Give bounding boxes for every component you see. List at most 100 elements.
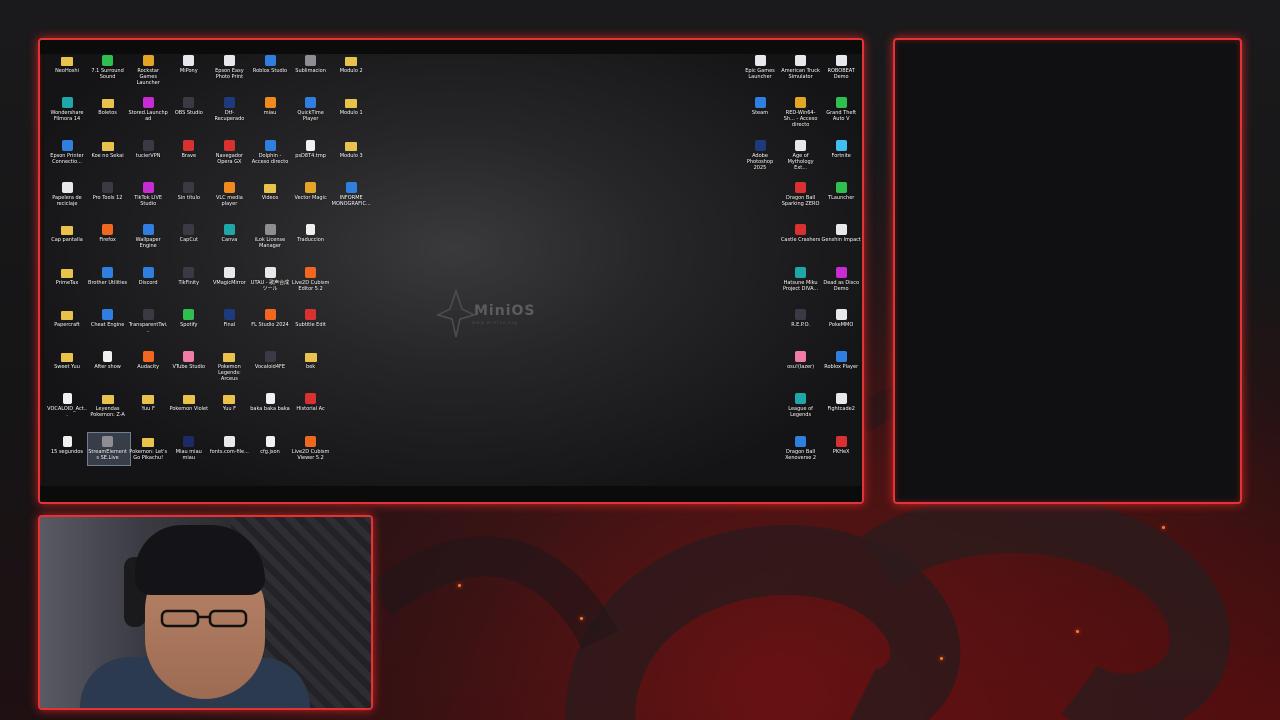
desktop-shortcut-dolphin-acceso-directo[interactable]: Dolphin - Acceso directo — [250, 139, 290, 165]
desktop-shortcut-epson-printer-connectio[interactable]: Epson Printer Connectio... — [47, 139, 87, 165]
desktop-shortcut-yuu-f[interactable]: Yuu F — [209, 393, 249, 412]
desktop-shortcut-stored-launchpad[interactable]: Stored.Launchpad — [128, 97, 168, 122]
desktop-shortcut-dragon-ball-sparking-zero[interactable]: Dragon Ball Sparking ZERO — [781, 181, 821, 207]
desktop-shortcut-traduccion[interactable]: Traduccion — [291, 224, 331, 243]
desktop-shortcut-roblox-studio[interactable]: Roblox Studio — [250, 55, 290, 74]
desktop-shortcut-firefox[interactable]: Firefox — [88, 224, 128, 243]
desktop-shortcut-r-e-p-o[interactable]: R.E.P.O. — [781, 308, 821, 328]
desktop-shortcut-modulo-3[interactable]: Modulo 3 — [331, 140, 371, 159]
desktop-shortcut-epson-easy-photo-print[interactable]: Epson Easy Photo Print — [209, 55, 249, 80]
desktop-shortcut-pokemon-violet[interactable]: Pokemon Violet — [169, 393, 209, 412]
desktop-shortcut-sweet-yuu[interactable]: Sweet Yuu — [47, 351, 87, 370]
desktop-shortcut-vlc-media-player[interactable]: VLC media player — [209, 181, 249, 207]
desktop-shortcut-pokemon-legends-arceus[interactable]: Pokemon Legends: Arceus — [209, 351, 249, 382]
desktop-shortcut-papercraft[interactable]: Papercraft — [47, 309, 87, 328]
desktop-shortcut-leyendas-pokemon-z-a[interactable]: Leyendas Pokemon: Z-A — [88, 393, 128, 418]
desktop-shortcut-after-show[interactable]: After show — [88, 351, 128, 370]
desktop-shortcut-cfg-json[interactable]: cfg.json — [250, 435, 290, 455]
desktop-shortcut-age-of-mythology-ext[interactable]: Age of Mythology Ext... — [781, 139, 821, 171]
app-icon — [835, 224, 847, 236]
desktop-shortcut-tiktok-live-studio[interactable]: TikTok LIVE Studio — [128, 181, 168, 207]
desktop-shortcut-dtf-recuperado[interactable]: Dtf- Recuperado — [209, 97, 249, 122]
desktop-shortcut-vtube-studio[interactable]: VTube Studio — [169, 351, 209, 370]
desktop-shortcut-hatsune-miku-project-diva[interactable]: Hatsune Miku Project DIVA... — [781, 266, 821, 292]
desktop-shortcut-baka-baka-baka[interactable]: baka baka baka — [250, 393, 290, 412]
desktop-shortcut-informe-monografic[interactable]: INFORME MONOGRAFIC... — [331, 181, 371, 207]
desktop-shortcut-historial-ac[interactable]: Historial Ac — [291, 393, 331, 412]
desktop-shortcut-vocaloid4fe[interactable]: Vocaloid4FE — [250, 351, 290, 370]
desktop-shortcut-7-1-surround-sound[interactable]: 7.1 Surround Sound — [88, 55, 128, 80]
desktop-shortcut-dead-as-disco-demo[interactable]: Dead as Disco Demo — [821, 266, 861, 292]
desktop-shortcut-psd8t4-tmp[interactable]: psD8T4.tmp — [291, 139, 331, 159]
desktop-shortcut-primetax[interactable]: PrimeTax — [47, 267, 87, 286]
desktop-shortcut-videos[interactable]: Videos — [250, 182, 290, 201]
desktop-shortcut-papelera-de-reciclaje[interactable]: Papelera de reciclaje — [47, 181, 87, 207]
desktop-shortcut-vocaloid-act[interactable]: VOCALOID_Act... — [47, 393, 87, 418]
desktop-shortcut-fightcade2[interactable]: Fightcade2 — [821, 393, 861, 412]
desktop-shortcut-wondershare-filmora-14[interactable]: Wondershare Filmora 14 — [47, 97, 87, 122]
desktop-shortcut-ilok-license-manager[interactable]: iLok License Manager — [250, 224, 290, 249]
desktop-shortcut-american-truck-simulator[interactable]: American Truck Simulator — [781, 55, 821, 80]
desktop-shortcut-modulo-2[interactable]: Modulo 2 — [331, 55, 371, 74]
desktop-shortcut-castle-crashers[interactable]: Castle Crashers — [781, 224, 821, 243]
desktop-shortcut-final[interactable]: Final — [209, 308, 249, 328]
desktop[interactable]: MiniOS www.minios.org NeoHoshi 7.1 Surrou… — [44, 54, 862, 486]
desktop-shortcut-pokemmo[interactable]: PokeMMO — [821, 308, 861, 328]
desktop-shortcut-bek[interactable]: bek — [291, 351, 331, 370]
desktop-shortcut-neohoshi[interactable]: NeoHoshi — [47, 55, 87, 74]
desktop-shortcut-vmagicmirror[interactable]: VMagicMirror — [209, 266, 249, 286]
desktop-shortcut-obs-studio[interactable]: OBS Studio — [169, 97, 209, 116]
desktop-shortcut-miau-miau-miau[interactable]: Miau miau miau — [169, 435, 209, 461]
desktop-shortcut-grand-theft-auto-v[interactable]: Grand Theft Auto V — [821, 97, 861, 122]
desktop-shortcut-mipony[interactable]: MiPony — [169, 55, 209, 74]
desktop-shortcut-steam[interactable]: Steam — [740, 97, 780, 116]
desktop-shortcut-epic-games-launcher[interactable]: Epic Games Launcher — [740, 55, 780, 80]
desktop-shortcut-fortnite[interactable]: Fortnite — [821, 139, 861, 159]
desktop-shortcut-pro-tools-12[interactable]: Pro Tools 12 — [88, 181, 128, 201]
desktop-shortcut-red-win64-sh-acceso-directo[interactable]: RED-Win64-Sh... - Acceso directo — [781, 97, 821, 128]
desktop-shortcut-wallpaper-engine[interactable]: Wallpaper Engine — [128, 224, 168, 249]
desktop-shortcut-vector-magic[interactable]: Vector Magic — [291, 181, 331, 201]
desktop-shortcut-tuciervpn[interactable]: tucierVPN — [128, 139, 168, 159]
desktop-shortcut-capcut[interactable]: CapCut — [169, 224, 209, 243]
desktop-shortcut-sin-t-tulo[interactable]: Sin título — [169, 181, 209, 201]
desktop-shortcut-cheat-engine[interactable]: Cheat Engine — [88, 308, 128, 328]
desktop-shortcut-subtitle-edit[interactable]: Subtitle Edit — [291, 308, 331, 328]
desktop-shortcut-live2d-cubism-editor-5-2[interactable]: Live2D Cubism Editor 5.2 — [291, 266, 331, 292]
desktop-shortcut-genshin-impact[interactable]: Genshin Impact — [821, 224, 861, 243]
desktop-shortcut-streamelements-se-live[interactable]: StreamElements SE.Live — [86, 431, 131, 466]
desktop-shortcut-fonts-com-file[interactable]: fonts.com-file... — [209, 435, 249, 455]
desktop-shortcut-audacity[interactable]: Audacity — [128, 351, 168, 370]
desktop-shortcut-osu-lazer[interactable]: osu!(lazer) — [781, 351, 821, 370]
desktop-shortcut-navegador-opera-gx[interactable]: Navegador Opera GX — [209, 139, 249, 165]
desktop-shortcut-fl-studio-2024[interactable]: FL Studio 2024 — [250, 308, 290, 328]
desktop-shortcut-discord[interactable]: Discord — [128, 266, 168, 286]
desktop-shortcut-league-of-legends[interactable]: League of Legends — [781, 393, 821, 418]
desktop-shortcut-rockstar-games-launcher[interactable]: Rockstar Games Launcher — [128, 55, 168, 86]
desktop-shortcut-tlauncher[interactable]: TLauncher — [821, 181, 861, 201]
desktop-shortcut-brother-utilities[interactable]: Brother Utilities — [88, 266, 128, 286]
desktop-shortcut-cap-pantalla[interactable]: Cap pantalla — [47, 224, 87, 243]
desktop-shortcut-utau[interactable]: UTAU - 歌声合成ツール — [250, 266, 290, 292]
desktop-shortcut-15-segundos[interactable]: 15 segundos — [47, 435, 87, 455]
desktop-shortcut-miau[interactable]: miau — [250, 97, 290, 116]
desktop-shortcut-adobe-photoshop-2025[interactable]: Adobe Photoshop 2025 — [740, 139, 780, 171]
desktop-shortcut-pkhex[interactable]: PKHeX — [821, 435, 861, 455]
app-icon — [835, 435, 847, 447]
desktop-shortcut-live2d-cubism-viewer-5-2[interactable]: Live2D Cubism Viewer 5.2 — [291, 435, 331, 461]
desktop-shortcut-boletos[interactable]: Boletos — [88, 97, 128, 116]
desktop-shortcut-pokemon-let-s-go-pikachu[interactable]: Pokemon: Let's Go Pikachu! — [128, 436, 168, 461]
desktop-shortcut-yuu-f[interactable]: Yuu F — [128, 393, 168, 412]
desktop-shortcut-koe-no-sekai[interactable]: Koe no Sekai — [88, 140, 128, 159]
desktop-shortcut-canva[interactable]: Canva — [209, 224, 249, 243]
desktop-shortcut-modulo-1[interactable]: Modulo 1 — [331, 97, 371, 116]
desktop-shortcut-tikfinity[interactable]: TikFinity — [169, 266, 209, 286]
desktop-shortcut-quicktime-player[interactable]: QuickTime Player — [291, 97, 331, 122]
desktop-shortcut-robobeat-demo[interactable]: ROBOBEAT Demo — [821, 55, 861, 80]
desktop-shortcut-roblox-player[interactable]: Roblox Player — [821, 351, 861, 370]
desktop-shortcut-transparenttwi[interactable]: TransparentTwi... — [128, 308, 168, 334]
desktop-shortcut-dragon-ball-xenoverse-2[interactable]: Dragon Ball Xenoverse 2 — [781, 435, 821, 461]
desktop-shortcut-sublimacion[interactable]: Sublimacion — [291, 55, 331, 74]
desktop-shortcut-brave[interactable]: Brave — [169, 139, 209, 159]
desktop-shortcut-spotify[interactable]: Spotify — [169, 308, 209, 328]
